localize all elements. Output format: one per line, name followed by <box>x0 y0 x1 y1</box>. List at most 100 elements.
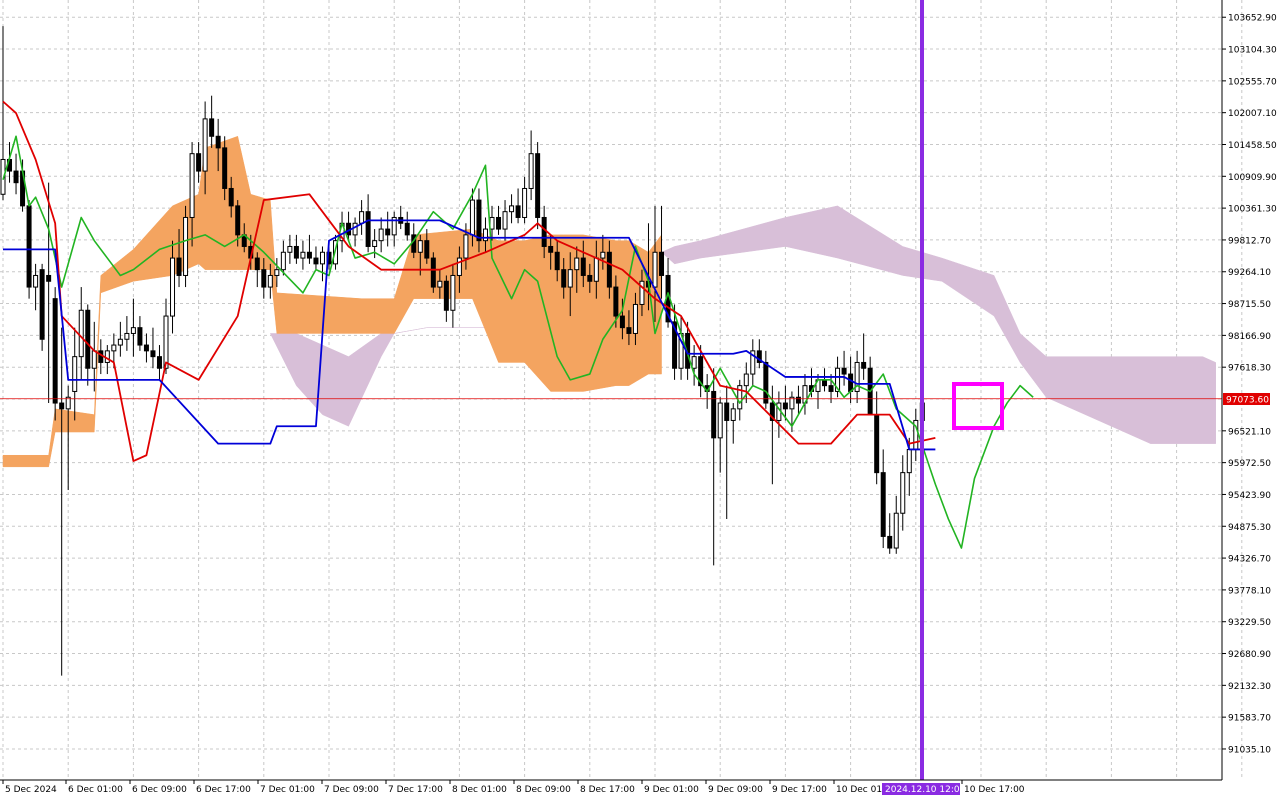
candle-body <box>78 309 84 358</box>
candle-body <box>39 269 45 340</box>
candle <box>39 263 45 351</box>
candle-body <box>887 535 893 549</box>
candle-body <box>319 251 325 265</box>
candle-body <box>52 298 58 404</box>
candle-body <box>202 118 208 172</box>
candle-body <box>874 414 880 474</box>
candle-body <box>900 472 906 514</box>
price-label: 101458.50 <box>1228 141 1277 151</box>
candle-body <box>652 251 658 288</box>
candle-body <box>183 216 189 276</box>
candle-body <box>156 356 162 369</box>
candle-body <box>254 257 260 271</box>
candle-body <box>98 350 104 363</box>
candle-body <box>261 269 267 288</box>
candle-body <box>509 205 515 213</box>
price-label: 98715.50 <box>1228 300 1271 310</box>
candle-body <box>463 234 469 259</box>
price-label: 93229.50 <box>1228 618 1271 628</box>
candle-body <box>176 257 182 276</box>
candle-body <box>209 118 215 137</box>
candle-body <box>535 153 541 218</box>
candle-body <box>469 199 475 236</box>
candle-body <box>906 448 912 474</box>
candle-body <box>476 199 482 242</box>
candle-body <box>717 402 723 439</box>
candle-body <box>352 222 358 236</box>
candle-body <box>515 205 521 218</box>
candle-body <box>287 245 293 253</box>
time-label: 7 Dec 01:00 <box>260 785 315 795</box>
candle-body <box>580 257 586 276</box>
candle-body <box>619 315 625 329</box>
candle-body <box>430 257 436 288</box>
candle-body <box>548 245 554 253</box>
candle <box>183 205 189 288</box>
candle-body <box>861 361 867 369</box>
time-label: 6 Dec 01:00 <box>68 785 123 795</box>
price-label: 95972.50 <box>1228 459 1271 469</box>
candle-body <box>170 257 176 317</box>
time-label: 9 Dec 17:00 <box>772 785 827 795</box>
candle-body <box>456 257 462 276</box>
price-label: 103652.90 <box>1228 14 1277 24</box>
candle-body <box>313 257 319 265</box>
candle-body <box>593 257 599 282</box>
candle-body <box>117 338 123 346</box>
candle-body <box>33 274 39 288</box>
candle-body <box>85 309 91 369</box>
candle-body <box>567 269 573 288</box>
candle-body <box>404 222 410 236</box>
candle-body <box>222 147 228 189</box>
candle-body <box>502 211 508 230</box>
candle-body <box>437 280 443 288</box>
price-label: 92680.90 <box>1228 650 1271 660</box>
candle-body <box>104 350 110 363</box>
candle-body <box>724 402 730 421</box>
candle-body <box>111 344 117 352</box>
candle-body <box>522 187 528 218</box>
price-label: 91035.10 <box>1228 745 1271 755</box>
price-label: 102007.10 <box>1228 109 1277 119</box>
price-label: 100361.30 <box>1228 205 1277 215</box>
candle-body <box>306 251 312 259</box>
candle-body <box>13 170 19 184</box>
candle-body <box>828 385 834 392</box>
current-price-tag: 97073.60 <box>1226 396 1269 406</box>
candle-body <box>528 153 534 189</box>
candle-body <box>293 245 299 259</box>
candle-body <box>267 274 273 288</box>
price-label: 94326.70 <box>1228 555 1271 565</box>
candle-body <box>235 205 241 236</box>
candle-body <box>561 269 567 288</box>
time-label: 7 Dec 09:00 <box>324 785 379 795</box>
candle-body <box>691 356 697 369</box>
candle-body <box>196 153 202 172</box>
time-label: 10 Dec 17:00 <box>964 785 1025 795</box>
time-label: 6 Dec 09:00 <box>132 785 187 795</box>
candle-body <box>365 211 371 247</box>
candle-body <box>541 216 547 247</box>
candle-body <box>893 512 899 549</box>
price-label: 97618.30 <box>1228 364 1271 374</box>
candle <box>430 252 436 293</box>
price-label: 93778.10 <box>1228 586 1271 596</box>
candle-body <box>228 187 234 207</box>
time-label: 6 Dec 17:00 <box>196 785 251 795</box>
price-label: 100909.90 <box>1228 173 1277 183</box>
time-label: 9 Dec 09:00 <box>708 785 763 795</box>
candle-body <box>659 251 665 276</box>
candle-body <box>848 373 854 392</box>
price-label: 95423.90 <box>1228 491 1271 501</box>
candle-body <box>280 251 286 271</box>
candle-body <box>59 402 65 410</box>
candle-body <box>424 240 430 259</box>
candle-body <box>372 240 378 247</box>
candle-body <box>26 205 32 288</box>
candle-body <box>554 251 560 271</box>
candle-body <box>822 379 828 387</box>
candle-body <box>482 228 488 242</box>
price-chart[interactable]: 103652.90 103104.30 102555.70 102007.10 1014… <box>0 0 1280 800</box>
candle-body <box>880 472 886 537</box>
price-label: 98166.90 <box>1228 332 1271 342</box>
